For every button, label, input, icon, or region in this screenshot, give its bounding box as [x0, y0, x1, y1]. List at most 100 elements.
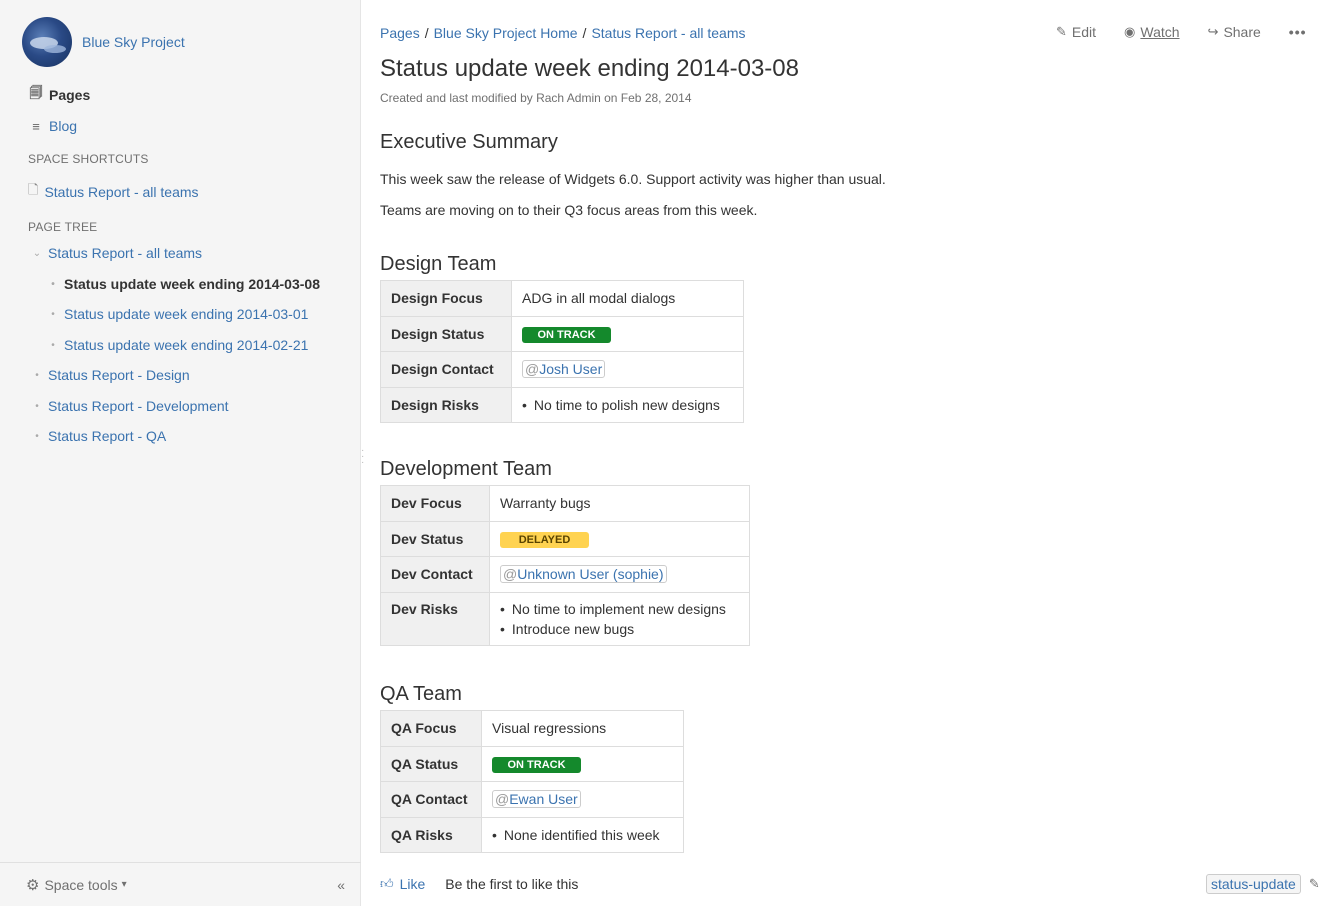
contact-cell: @Unknown User (sophie): [489, 556, 750, 593]
tree-item-label: Status update week ending 2014-03-08: [64, 276, 320, 292]
tree-item-label: Status Report - Design: [48, 367, 190, 383]
eye-icon: ◉: [1124, 24, 1136, 39]
space-tools-button[interactable]: ⚙ Space tools ▾: [26, 876, 127, 894]
space-header[interactable]: Blue Sky Project: [22, 17, 185, 67]
table-row: Design Risks No time to polish new desig…: [380, 386, 744, 423]
sidebar-main-nav: 🗐 Pages ≡ Blog: [28, 84, 91, 146]
shortcut-status-report[interactable]: 🗋 Status Report - all teams: [28, 181, 199, 203]
summary-paragraph-2: Teams are moving on to their Q3 focus ar…: [380, 202, 758, 218]
watch-button[interactable]: ◉ Watch: [1124, 24, 1180, 40]
table-row: QA Contact @Ewan User: [380, 781, 684, 818]
labels: status-update ✎: [1206, 874, 1320, 894]
tree-item-status-report-all[interactable]: ⌄ Status Report - all teams: [30, 245, 202, 261]
mention-name: Ewan User: [509, 791, 578, 808]
page-actions: ✎ Edit ◉ Watch ↪ Share •••: [1056, 24, 1307, 40]
page-icon: 🗋: [28, 182, 39, 197]
row-header: QA Contact: [380, 781, 482, 818]
sidebar-footer: ⚙ Space tools ▾ «: [0, 862, 361, 906]
breadcrumb: Pages / Blue Sky Project Home / Status Repor…: [380, 25, 746, 41]
status-badge: ON TRACK: [492, 756, 581, 773]
row-header: Design Contact: [380, 351, 512, 388]
table-row: Design Focus ADG in all modal dialogs: [380, 280, 744, 317]
development-team-heading: Development Team: [380, 458, 552, 480]
collapse-sidebar-button[interactable]: «: [337, 877, 345, 893]
tree-item-label: Status Report - all teams: [48, 245, 203, 261]
sidebar-resize-handle[interactable]: · · ·: [361, 446, 367, 468]
chevron-down-icon[interactable]: ⌄: [30, 248, 44, 259]
list-item: None identified this week: [492, 825, 673, 845]
space-name-link[interactable]: Blue Sky Project: [82, 34, 185, 50]
status-badge: ON TRACK: [522, 326, 611, 343]
bullet-icon: •: [51, 339, 55, 351]
table-row: Dev Focus Warranty bugs: [380, 485, 750, 522]
table-row: Dev Contact @Unknown User (sophie): [380, 556, 750, 593]
blog-feed-icon: ≡: [32, 118, 40, 134]
sidebar-item-blog[interactable]: ≡ Blog: [28, 115, 90, 137]
table-row: Design Status ON TRACK: [380, 315, 744, 352]
caret-down-icon: ▾: [121, 879, 127, 890]
breadcrumb-item[interactable]: Blue Sky Project Home: [434, 25, 578, 41]
focus-value: Warranty bugs: [489, 485, 750, 522]
bullet-icon: •: [35, 400, 39, 412]
sidebar-item-pages[interactable]: 🗐 Pages: [28, 84, 91, 106]
sidebar-item-label: Pages: [49, 87, 91, 103]
user-mention[interactable]: @Josh User: [522, 360, 606, 379]
like-status-text: Be the first to like this: [445, 876, 579, 892]
tree-item-qa[interactable]: • Status Report - QA: [30, 428, 166, 444]
mention-name: Josh User: [539, 361, 603, 378]
label-tag[interactable]: status-update: [1206, 874, 1301, 894]
share-label: Share: [1223, 24, 1261, 40]
status-cell: ON TRACK: [481, 745, 684, 782]
sidebar: Blue Sky Project 🗐 Pages ≡ Blog SPACE SH…: [0, 0, 361, 906]
tree-item-development[interactable]: • Status Report - Development: [30, 398, 229, 414]
design-team-table: Design Focus ADG in all modal dialogs De…: [380, 280, 744, 423]
user-mention[interactable]: @Ewan User: [492, 790, 581, 809]
qa-team-heading: QA Team: [380, 683, 462, 705]
tree-item-2014-02-21[interactable]: • Status update week ending 2014-02-21: [46, 337, 308, 353]
space-shortcuts-heading: SPACE SHORTCUTS: [28, 152, 149, 166]
list-item: Introduce new bugs: [500, 619, 739, 639]
breadcrumb-item[interactable]: Status Report - all teams: [591, 25, 745, 41]
at-symbol: @: [525, 361, 540, 378]
page-title: Status update week ending 2014-03-08: [380, 55, 799, 82]
row-header: Dev Status: [380, 520, 490, 557]
row-header: QA Risks: [380, 816, 482, 853]
risks-list: None identified this week: [492, 825, 673, 845]
list-item: No time to implement new designs: [500, 599, 739, 619]
edit-labels-pencil-icon[interactable]: ✎: [1309, 876, 1320, 892]
space-avatar[interactable]: [22, 17, 72, 67]
more-actions-button[interactable]: •••: [1289, 24, 1307, 40]
bullet-icon: •: [51, 308, 55, 320]
tree-item-current[interactable]: • Status update week ending 2014-03-08: [46, 276, 320, 292]
table-row: Dev Risks No time to implement new desig…: [380, 591, 750, 646]
row-header: Design Risks: [380, 386, 512, 423]
at-symbol: @: [495, 791, 510, 808]
sidebar-item-label: Blog: [49, 118, 78, 134]
like-button[interactable]: 👍︎ Like: [380, 876, 425, 892]
list-item: No time to polish new designs: [522, 395, 733, 415]
share-button[interactable]: ↪ Share: [1208, 24, 1261, 40]
space-tools-label: Space tools: [44, 876, 118, 893]
tree-item-design[interactable]: • Status Report - Design: [30, 367, 190, 383]
user-mention[interactable]: @Unknown User (sophie): [500, 565, 667, 584]
row-header: Dev Contact: [380, 556, 490, 593]
page-tree-heading: PAGE TREE: [28, 220, 98, 234]
watch-label: Watch: [1140, 24, 1180, 40]
table-row: QA Focus Visual regressions: [380, 710, 684, 747]
row-header: Dev Risks: [380, 591, 490, 646]
breadcrumb-separator: /: [582, 25, 587, 41]
edit-button[interactable]: ✎ Edit: [1056, 24, 1096, 40]
table-row: QA Status ON TRACK: [380, 745, 684, 782]
contact-cell: @Josh User: [511, 351, 744, 388]
design-team-heading: Design Team: [380, 253, 497, 275]
breadcrumb-item[interactable]: Pages: [380, 25, 420, 41]
tree-item-label: Status Report - QA: [48, 428, 167, 444]
tree-item-label: Status Report - Development: [48, 398, 229, 414]
focus-value: Visual regressions: [481, 710, 684, 747]
development-team-table: Dev Focus Warranty bugs Dev Status DELAY…: [380, 485, 750, 646]
risks-cell: None identified this week: [481, 816, 684, 853]
status-badge: DELAYED: [500, 531, 589, 548]
tree-item-2014-03-01[interactable]: • Status update week ending 2014-03-01: [46, 306, 308, 322]
qa-team-table: QA Focus Visual regressions QA Status ON…: [380, 710, 684, 853]
row-header: Design Focus: [380, 280, 512, 317]
